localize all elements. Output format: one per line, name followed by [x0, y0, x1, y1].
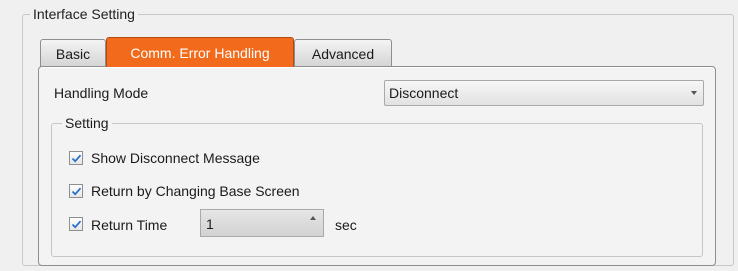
handling-mode-label: Handling Mode [54, 85, 149, 101]
chevron-down-icon [691, 91, 697, 95]
show-disconnect-message-checkbox[interactable] [69, 151, 83, 165]
setting-title: Setting [62, 114, 112, 132]
checkmark-icon [71, 220, 82, 229]
tab-basic[interactable]: Basic [40, 39, 106, 67]
interface-setting-title: Interface Setting [30, 5, 138, 23]
return-by-changing-base-screen-checkbox[interactable] [69, 184, 83, 198]
return-time-checkbox[interactable] [69, 217, 83, 231]
spin-up-icon[interactable] [310, 216, 316, 220]
return-time-input[interactable]: 1 [200, 209, 324, 237]
handling-mode-value: Disconnect [389, 85, 459, 101]
tab-advanced[interactable]: Advanced [294, 39, 392, 67]
return-time-unit: sec [335, 217, 357, 233]
show-disconnect-message-label: Show Disconnect Message [91, 150, 260, 166]
checkmark-icon [71, 187, 82, 196]
return-by-changing-base-screen-label: Return by Changing Base Screen [91, 183, 300, 199]
return-time-value: 1 [206, 216, 214, 232]
return-time-label: Return Time [91, 217, 168, 233]
handling-mode-dropdown[interactable]: Disconnect [384, 80, 704, 106]
checkmark-icon [71, 154, 82, 163]
tab-comm-error-handling[interactable]: Comm. Error Handling [106, 37, 294, 67]
